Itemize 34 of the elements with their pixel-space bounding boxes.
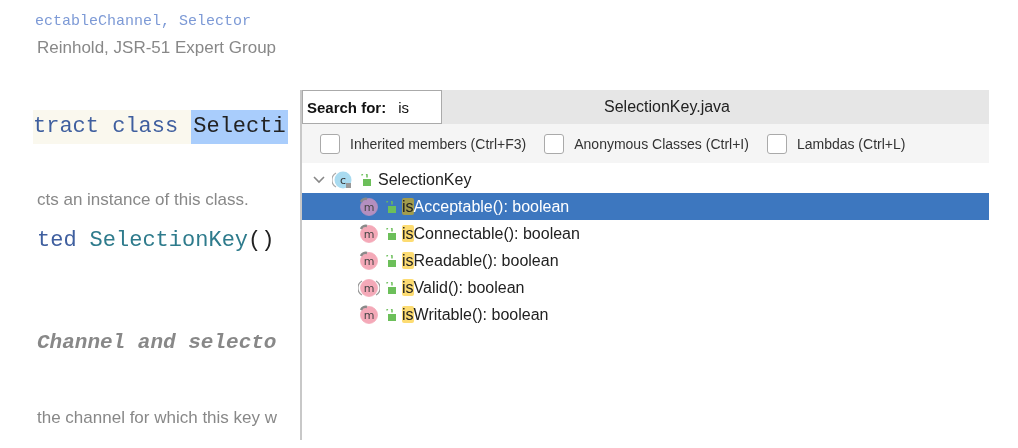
section-heading: Channel and selecto xyxy=(37,331,277,354)
keyword-text: tract class xyxy=(33,113,180,141)
class-name: Selecti xyxy=(191,110,288,144)
author-text: Reinhold, JSR-51 Expert Group xyxy=(37,38,277,58)
method-icon: m xyxy=(358,250,380,271)
lock-icon xyxy=(385,200,397,213)
method-icon: m xyxy=(358,304,380,325)
filter-checkbox[interactable]: Inherited members (Ctrl+F3) xyxy=(320,133,527,154)
method-icon: m xyxy=(358,277,380,298)
description-text: the channel for which this key w xyxy=(37,408,277,428)
method-label: isReadable(): boolean xyxy=(402,250,559,271)
method-icon: m xyxy=(358,223,380,244)
lock-icon xyxy=(385,281,397,294)
search-value: is xyxy=(398,98,410,116)
lock-icon xyxy=(385,254,397,267)
tree-node[interactable]: c SelectionKey xyxy=(302,166,989,193)
method-icon: m xyxy=(358,196,380,217)
class-label: SelectionKey xyxy=(378,170,472,189)
filter-checkbox[interactable]: Anonymous Classes (Ctrl+I) xyxy=(544,133,749,154)
file-title: SelectionKey.java xyxy=(604,98,730,116)
method-label: isConnectable(): boolean xyxy=(402,223,580,244)
description-text: cts an instance of this class. xyxy=(37,190,249,210)
lock-icon xyxy=(385,227,397,240)
filter-checkbox[interactable]: Lambdas (Ctrl+L) xyxy=(766,133,906,154)
class-icon: c xyxy=(332,169,354,190)
constructor-name: SelectionKey xyxy=(89,228,249,253)
lock-icon xyxy=(360,173,372,186)
parentheses-text: () xyxy=(248,228,275,253)
lock-icon xyxy=(385,308,397,321)
search-field[interactable]: Search for: is xyxy=(302,90,442,124)
method-item[interactable]: m isReadable(): boolean xyxy=(302,247,989,274)
method-item[interactable]: m isConnectable(): boolean xyxy=(302,220,989,247)
modifier-text: ted xyxy=(37,228,77,253)
search-label: Search for: xyxy=(307,98,387,116)
